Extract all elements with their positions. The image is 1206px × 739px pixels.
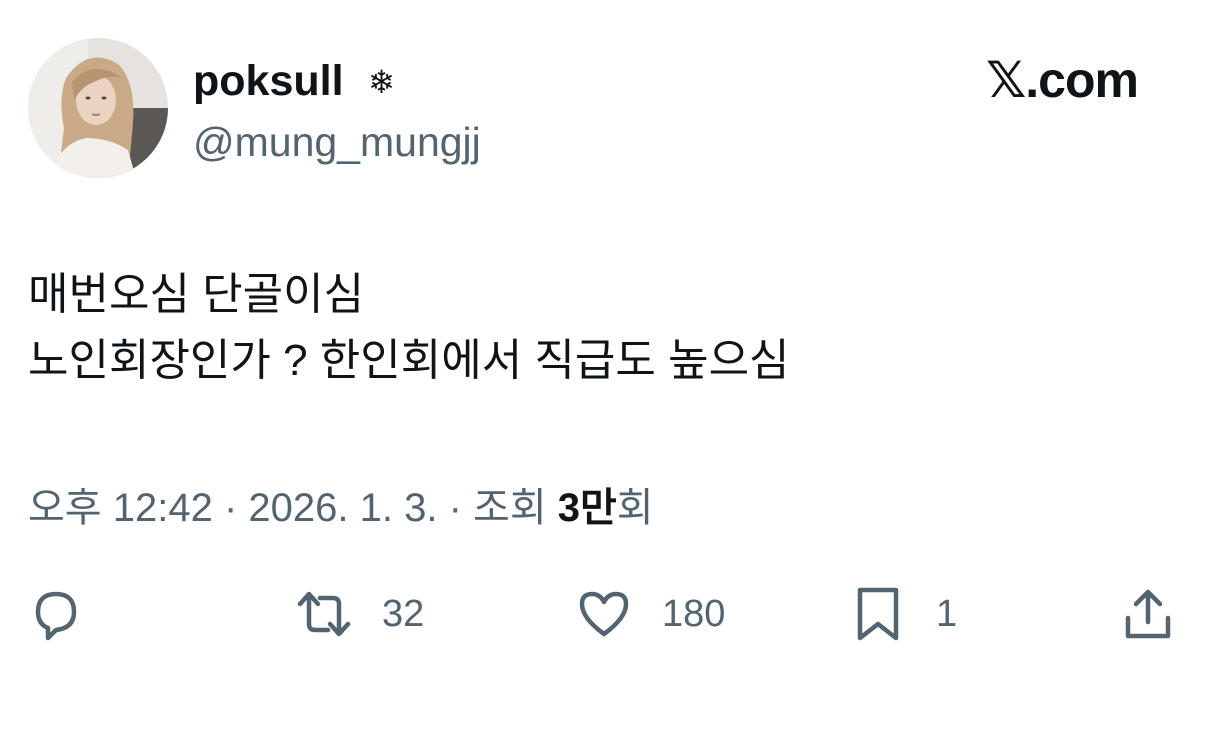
share-icon xyxy=(1125,589,1171,639)
tweet-text: 매번오심 단골이심 노인회장인가 ? 한인회에서 직급도 높으심 xyxy=(28,262,790,394)
retweet-button[interactable]: 32 xyxy=(296,586,424,642)
bookmark-count: 1 xyxy=(936,593,958,635)
share-button[interactable] xyxy=(1120,586,1176,642)
like-count: 180 xyxy=(662,593,726,635)
views-label: 조회 xyxy=(473,486,547,530)
tweet-time[interactable]: 오후 12:42 xyxy=(28,486,213,530)
views-suffix: 회 xyxy=(616,486,654,530)
bookmark-button[interactable]: 1 xyxy=(850,586,957,642)
tweet-text-line: 매번오심 단골이심 xyxy=(28,270,365,319)
bookmark-icon xyxy=(857,587,899,641)
tweet-text-line: 노인회장인가 ? 한인회에서 직급도 높으심 xyxy=(28,336,790,385)
snowflake-icon: ❄ xyxy=(368,64,395,100)
like-button[interactable]: 180 xyxy=(576,586,725,642)
reply-icon xyxy=(35,591,77,641)
avatar[interactable] xyxy=(28,38,168,178)
display-name[interactable]: poksull xyxy=(193,56,344,106)
avatar-image xyxy=(28,38,168,178)
reply-button[interactable] xyxy=(28,586,84,642)
x-logo: 𝕏.com xyxy=(986,52,1139,108)
views-count: 3만 xyxy=(557,486,617,530)
retweet-count: 32 xyxy=(382,593,425,635)
tweet-date[interactable]: 2026. 1. 3. xyxy=(248,486,437,530)
retweet-icon xyxy=(297,591,351,637)
user-handle[interactable]: @mung_mungjj xyxy=(193,118,481,166)
meta-separator: · xyxy=(448,486,462,530)
heart-icon xyxy=(579,591,629,637)
meta-separator: · xyxy=(223,486,238,530)
tweet-meta: 오후 12:42 · 2026. 1. 3. · 조회 3만회 xyxy=(28,484,654,532)
tweet-card: poksull ❄ @mung_mungjj 𝕏.com 매번오심 단골이심 노… xyxy=(0,0,1206,739)
